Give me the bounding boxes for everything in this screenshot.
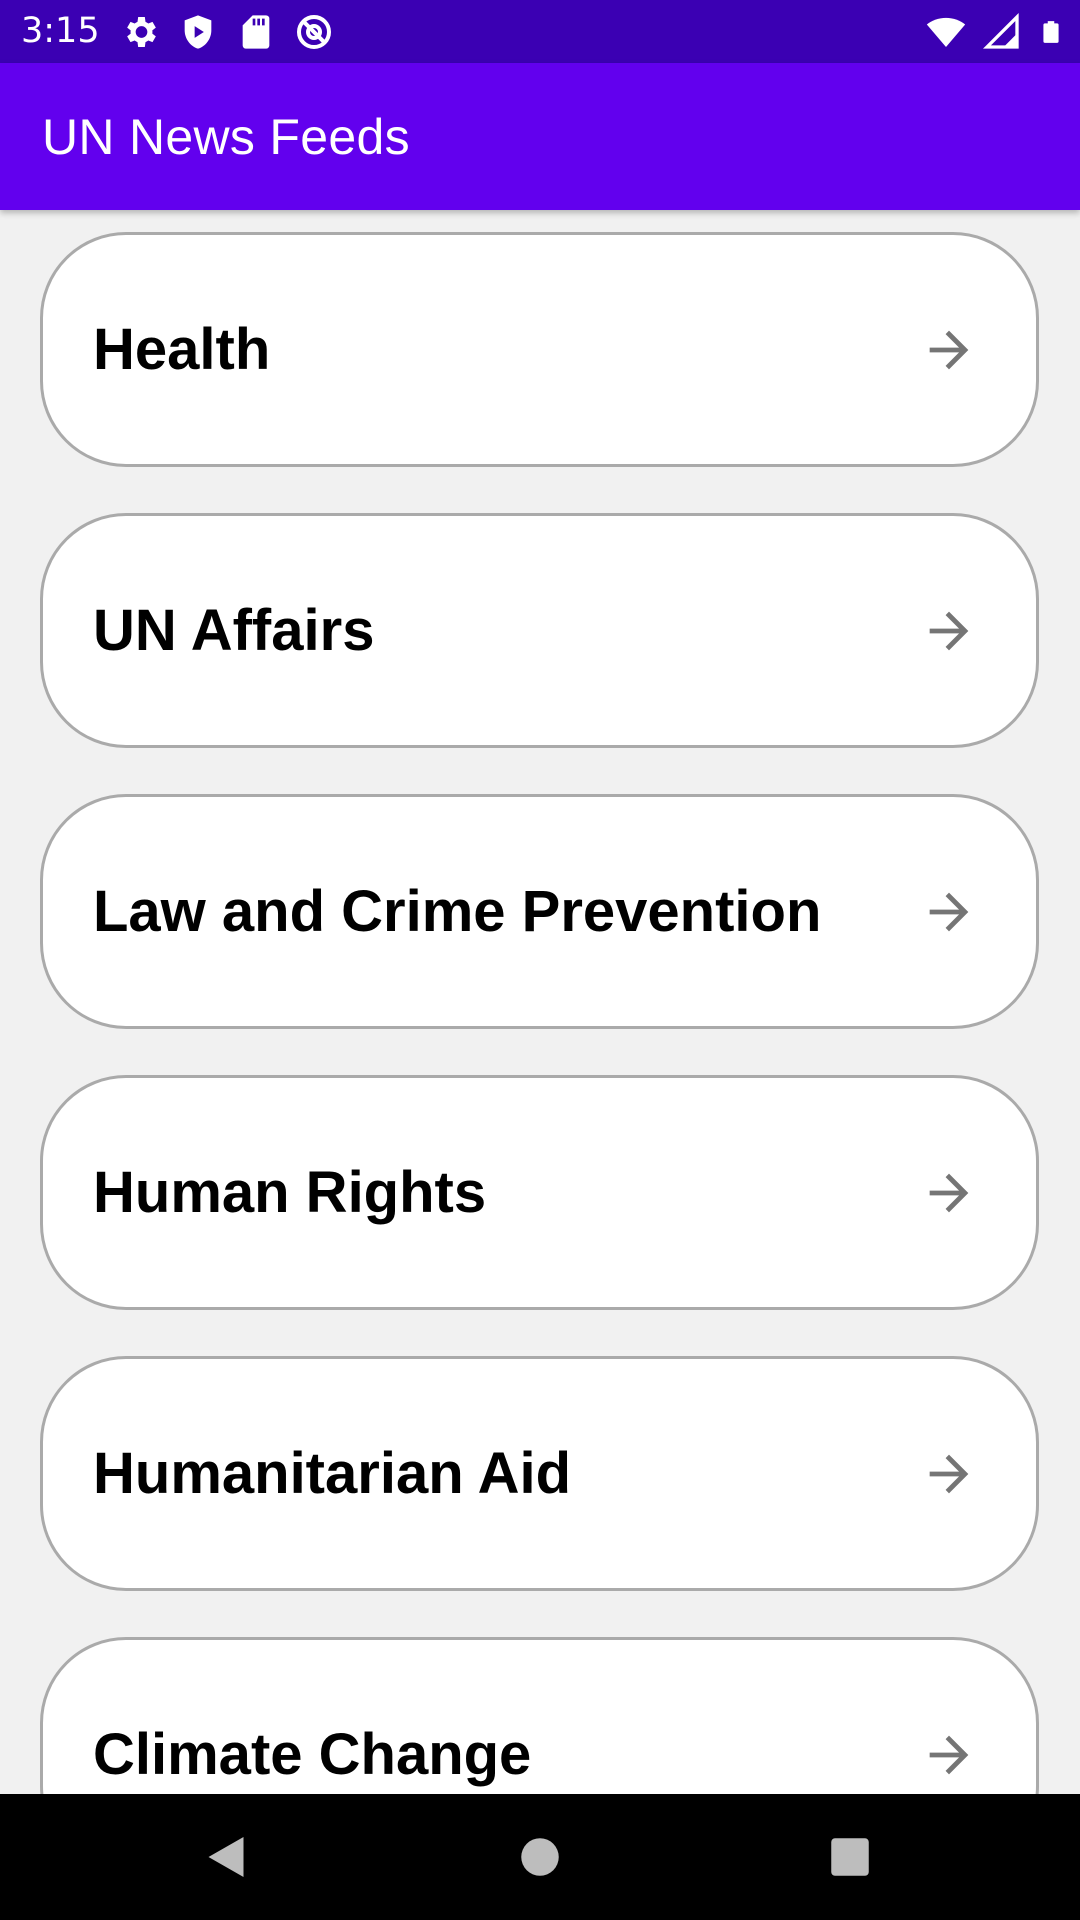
recents-icon[interactable] xyxy=(820,1827,880,1887)
signal-icon xyxy=(982,12,1019,49)
arrow-right-icon xyxy=(929,1454,969,1494)
wifi-icon xyxy=(926,17,966,47)
arrow-right-icon xyxy=(929,611,969,651)
feed-card-humanitarian-aid[interactable]: Humanitarian Aid xyxy=(40,1356,1039,1591)
feed-card-human-rights[interactable]: Human Rights xyxy=(40,1075,1039,1310)
home-icon[interactable] xyxy=(510,1827,570,1887)
settings-icon xyxy=(127,17,156,47)
navigation-bar xyxy=(0,1794,1080,1920)
feed-card-label: Climate Change xyxy=(93,1722,532,1787)
shield-play-icon xyxy=(184,15,212,49)
status-bar: 3:15 xyxy=(0,0,1080,63)
feed-card-health[interactable]: Health xyxy=(40,232,1039,467)
feed-card-label: UN Affairs xyxy=(93,598,375,663)
feed-card-label: Humanitarian Aid xyxy=(93,1441,572,1506)
feed-card-label: Law and Crime Prevention xyxy=(93,879,822,944)
app-bar: UN News Feeds xyxy=(0,63,1080,210)
arrow-right-icon xyxy=(929,892,969,932)
feed-card-climate-change[interactable]: Climate Change xyxy=(40,1637,1039,1794)
at-sign-icon xyxy=(297,15,331,49)
arrow-right-icon xyxy=(929,1173,969,1213)
feed-card-label: Health xyxy=(93,317,271,382)
status-time: 3:15 xyxy=(21,11,100,51)
status-icons-right xyxy=(926,12,1064,52)
arrow-right-icon xyxy=(929,1735,969,1775)
page-title: UN News Feeds xyxy=(42,109,410,165)
battery-icon xyxy=(1043,21,1059,43)
back-icon[interactable] xyxy=(196,1827,256,1887)
feed-list[interactable]: Health UN Affairs Law and Crime Preventi… xyxy=(0,210,1080,1794)
feed-card-label: Human Rights xyxy=(93,1160,487,1225)
sd-card-icon xyxy=(242,15,270,49)
feed-card-un-affairs[interactable]: UN Affairs xyxy=(40,513,1039,748)
arrow-right-icon xyxy=(929,330,969,370)
status-icons-left xyxy=(120,12,334,52)
feed-card-law-and-crime-prevention[interactable]: Law and Crime Prevention xyxy=(40,794,1039,1029)
